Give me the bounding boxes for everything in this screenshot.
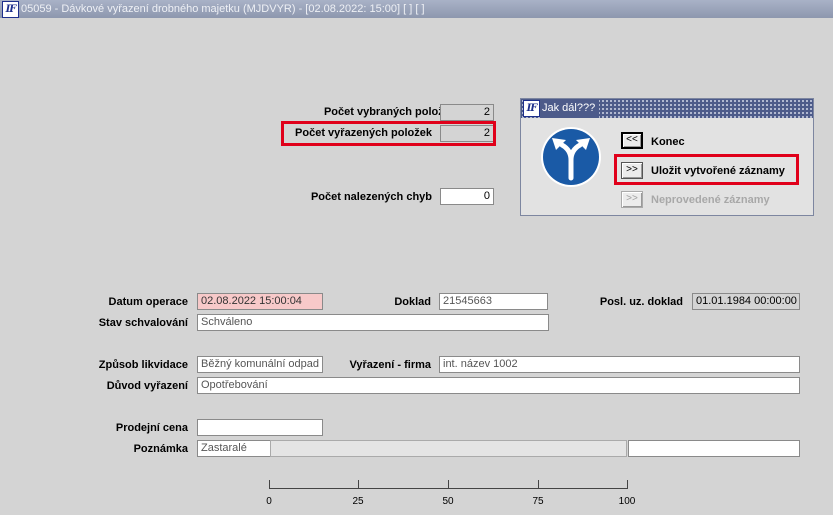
dialog-logo-icon: IF (523, 100, 540, 117)
errors-count-field[interactable]: 0 (440, 188, 494, 205)
scale-label-0: 0 (266, 496, 272, 507)
last-doc-field[interactable]: 01.01.1984 00:00:00 (692, 293, 800, 310)
scale-tick-50 (448, 480, 449, 489)
operation-date-field[interactable]: 02.08.2022 15:00:04 (197, 293, 323, 310)
disposal-method-field[interactable]: Běžný komunální odpad (197, 356, 323, 373)
disposal-company-field[interactable]: int. název 1002 (439, 356, 800, 373)
disposal-reason-label: Důvod vyřazení (106, 380, 188, 392)
approval-state-field[interactable]: Schváleno (197, 314, 549, 331)
note-label: Poznámka (133, 443, 188, 455)
selected-count-label: Počet vybraných položek (323, 106, 456, 118)
save-records-highlight (614, 154, 799, 185)
disposal-method-label: Způsob likvidace (98, 359, 188, 371)
approval-state-label: Stav schvalování (98, 317, 188, 329)
dialog-title: Jak dál??? (541, 99, 600, 118)
last-doc-label: Posl. uz. doklad (599, 296, 683, 308)
end-button[interactable]: << (621, 132, 643, 149)
selected-count-field[interactable]: 2 (440, 104, 494, 121)
discarded-count-highlight (281, 121, 496, 146)
errors-count-label: Počet nalezených chyb (310, 191, 432, 203)
end-button-label[interactable]: Konec (651, 136, 685, 148)
document-field[interactable]: 21545663 (439, 293, 548, 310)
scale-tick-100 (627, 480, 628, 489)
dialog-title-bar[interactable]: IF Jak dál??? (521, 99, 813, 118)
scale-tick-75 (538, 480, 539, 489)
scale-tick-0 (269, 480, 270, 489)
document-label: Doklad (394, 296, 431, 308)
scale-label-25: 25 (352, 496, 364, 507)
progress-scale: 0 25 50 75 100 (266, 480, 635, 510)
scale-label-50: 50 (442, 496, 454, 507)
note-extra-field[interactable] (628, 440, 800, 457)
sale-price-label: Prodejní cena (115, 422, 188, 434)
window-title-bar: IF 05059 - Dávkové vyřazení drobného maj… (0, 0, 833, 18)
progress-bar (270, 440, 627, 457)
scale-tick-25 (358, 480, 359, 489)
failed-records-button-label[interactable]: Neprovedené záznamy (651, 194, 770, 206)
app-logo-icon: IF (2, 1, 19, 18)
scale-label-100: 100 (618, 496, 636, 507)
note-field[interactable]: Zastaralé (197, 440, 271, 457)
disposal-company-label: Vyřazení - firma (349, 359, 431, 371)
disposal-reason-field[interactable]: Opotřebování (197, 377, 800, 394)
failed-records-button[interactable]: >> (621, 191, 643, 208)
window-title: 05059 - Dávkové vyřazení drobného majetk… (21, 3, 425, 15)
road-fork-sign-icon (541, 127, 601, 187)
sale-price-field[interactable] (197, 419, 323, 436)
scale-label-75: 75 (532, 496, 544, 507)
operation-date-label: Datum operace (108, 296, 188, 308)
